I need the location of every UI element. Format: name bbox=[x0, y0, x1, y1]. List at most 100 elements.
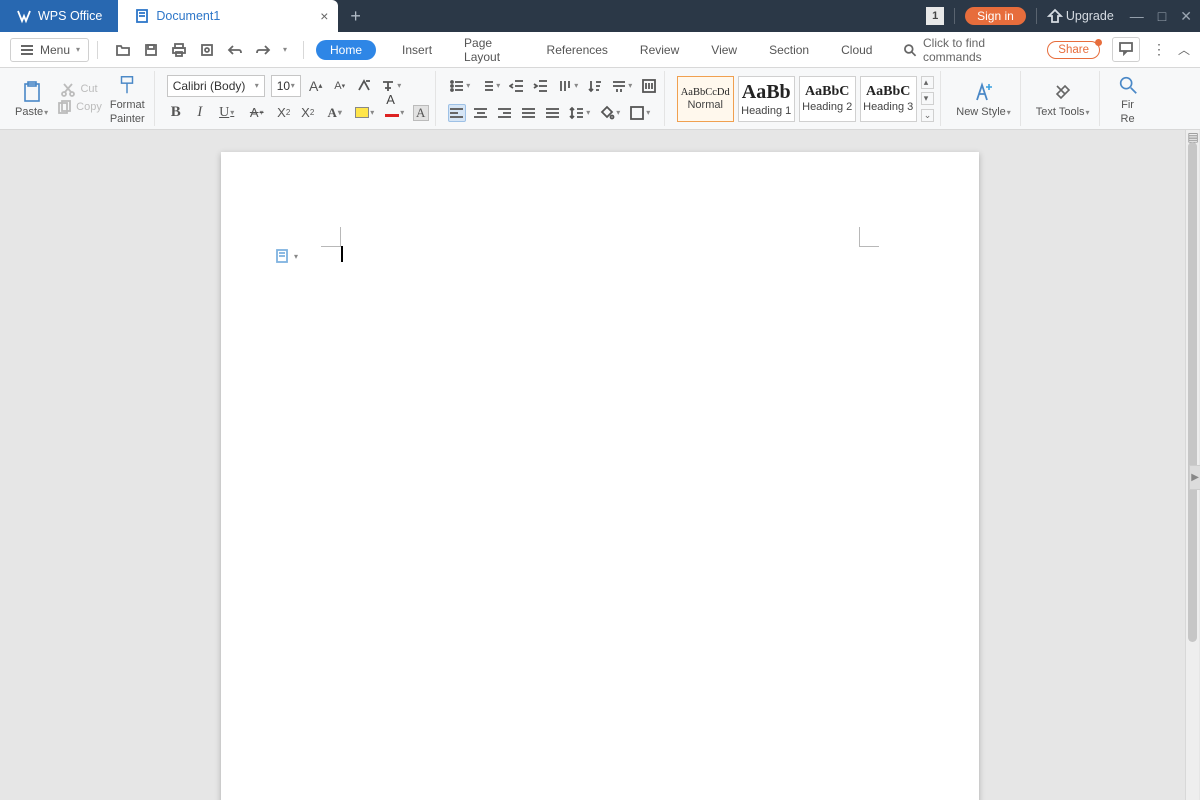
save-icon[interactable] bbox=[142, 41, 160, 59]
text-tools-label: Text Tools▾ bbox=[1036, 106, 1090, 118]
copy-button[interactable]: Copy bbox=[53, 100, 105, 116]
paragraph-options-icon[interactable]: ▾ bbox=[275, 248, 298, 264]
style-heading-1[interactable]: AaBb Heading 1 bbox=[738, 76, 795, 122]
menu-button[interactable]: Menu ▾ bbox=[10, 38, 89, 62]
line-spacing-button[interactable]: ▾ bbox=[568, 104, 592, 122]
ribbon-tabs: Home Insert Page Layout References Revie… bbox=[312, 33, 878, 67]
numbering-button[interactable]: ▾ bbox=[478, 77, 502, 95]
tab-section[interactable]: Section bbox=[763, 40, 815, 60]
new-tab-button[interactable]: + bbox=[338, 0, 373, 32]
separator bbox=[303, 41, 304, 59]
notification-badge[interactable]: 1 bbox=[926, 7, 944, 25]
align-justify-button[interactable] bbox=[520, 104, 538, 122]
tabs-button[interactable]: ▾ bbox=[610, 77, 634, 95]
paste-button[interactable]: Paste▾ bbox=[12, 79, 51, 118]
document-tab[interactable]: Document1 × bbox=[118, 0, 338, 32]
new-style-label: New Style▾ bbox=[956, 106, 1011, 118]
shading-button[interactable]: ▾ bbox=[598, 104, 622, 122]
title-bar: WPS Office Document1 × + 1 Sign in Upgra… bbox=[0, 0, 1200, 32]
document-tab-label: Document1 bbox=[156, 9, 220, 23]
maximize-icon[interactable]: □ bbox=[1158, 8, 1166, 25]
tab-page-layout[interactable]: Page Layout bbox=[458, 33, 521, 67]
workspace[interactable]: ▾ ▤ ▶ bbox=[0, 130, 1200, 800]
style-heading-2[interactable]: AaBbC Heading 2 bbox=[799, 76, 856, 122]
text-effects-button[interactable]: A▾ bbox=[323, 104, 347, 122]
strikethrough-button[interactable]: A▾ bbox=[245, 104, 269, 122]
shrink-font-icon[interactable]: A▾ bbox=[331, 77, 349, 95]
tab-view[interactable]: View bbox=[705, 40, 743, 60]
sign-in-button[interactable]: Sign in bbox=[965, 7, 1026, 25]
font-color-button[interactable]: A▾ bbox=[383, 104, 407, 122]
minimize-icon[interactable]: — bbox=[1130, 8, 1144, 25]
scrollbar-thumb[interactable] bbox=[1188, 142, 1197, 642]
collapse-ribbon-icon[interactable]: ︿ bbox=[1178, 41, 1190, 58]
subscript-button[interactable]: X2 bbox=[299, 104, 317, 122]
style-normal[interactable]: AaBbCcDd Normal bbox=[677, 76, 734, 122]
tab-references[interactable]: References bbox=[541, 40, 614, 60]
text-tools-group: Text Tools▾ bbox=[1027, 71, 1100, 126]
align-center-button[interactable] bbox=[472, 104, 490, 122]
align-right-button[interactable] bbox=[496, 104, 514, 122]
undo-icon[interactable] bbox=[226, 41, 244, 59]
window-controls: — □ ✕ bbox=[1124, 8, 1192, 25]
kebab-icon[interactable]: ⋮ bbox=[1152, 41, 1166, 58]
clear-formatting-icon[interactable] bbox=[355, 77, 373, 95]
text-cursor bbox=[341, 246, 343, 262]
find-commands-label: Click to find commands bbox=[923, 36, 1043, 64]
cut-button[interactable]: Cut bbox=[53, 82, 105, 98]
open-icon[interactable] bbox=[114, 41, 132, 59]
print-preview-icon[interactable] bbox=[198, 41, 216, 59]
tab-home[interactable]: Home bbox=[316, 40, 376, 60]
close-icon[interactable]: ✕ bbox=[1180, 8, 1192, 25]
char-shading-button[interactable]: A bbox=[413, 105, 429, 121]
side-panel-expand[interactable]: ▶ bbox=[1189, 465, 1200, 490]
style-scroll-up[interactable]: ▴ bbox=[921, 76, 935, 89]
app-name: WPS Office bbox=[38, 9, 102, 23]
distributed-button[interactable] bbox=[544, 104, 562, 122]
comments-icon[interactable] bbox=[1112, 37, 1140, 62]
divider bbox=[1036, 8, 1037, 24]
print-icon[interactable] bbox=[170, 41, 188, 59]
text-direction-button[interactable]: ▾ bbox=[556, 77, 580, 95]
app-tab[interactable]: WPS Office bbox=[0, 0, 118, 32]
quick-access-toolbar: ▾ bbox=[106, 41, 295, 59]
font-name-select[interactable]: Calibri (Body)▾ bbox=[167, 75, 265, 97]
italic-button[interactable]: I bbox=[191, 104, 209, 122]
new-style-button[interactable]: New Style▾ bbox=[953, 79, 1014, 118]
upgrade-button[interactable]: Upgrade bbox=[1047, 8, 1114, 24]
superscript-button[interactable]: X2 bbox=[275, 104, 293, 122]
text-tools-icon bbox=[1050, 79, 1076, 105]
underline-button[interactable]: U▾ bbox=[215, 104, 239, 122]
share-button[interactable]: Share bbox=[1047, 41, 1100, 59]
grow-font-icon[interactable]: A▴ bbox=[307, 77, 325, 95]
increase-indent-button[interactable] bbox=[532, 77, 550, 95]
show-marks-button[interactable] bbox=[640, 77, 658, 95]
ribbon: Paste▾ Cut Copy Format Painter Calibri (… bbox=[0, 68, 1200, 130]
sort-button[interactable] bbox=[586, 77, 604, 95]
find-replace-label-1: Fir bbox=[1121, 99, 1134, 111]
style-expand[interactable]: ⌄ bbox=[921, 109, 935, 122]
qat-more-icon[interactable]: ▾ bbox=[283, 45, 287, 54]
tab-cloud[interactable]: Cloud bbox=[835, 40, 878, 60]
decrease-indent-button[interactable] bbox=[508, 77, 526, 95]
tab-review[interactable]: Review bbox=[634, 40, 685, 60]
bold-button[interactable]: B bbox=[167, 104, 185, 122]
highlight-button[interactable]: ▾ bbox=[353, 104, 377, 122]
font-size-select[interactable]: 10▾ bbox=[271, 75, 301, 97]
document-page[interactable]: ▾ bbox=[221, 152, 979, 800]
scrollbar-options-icon[interactable]: ▤ bbox=[1186, 130, 1200, 142]
style-gallery: AaBbCcDd Normal AaBb Heading 1 AaBbC Hea… bbox=[677, 76, 935, 122]
text-tools-button[interactable]: Text Tools▾ bbox=[1033, 79, 1093, 118]
redo-icon[interactable] bbox=[254, 41, 272, 59]
tab-insert[interactable]: Insert bbox=[396, 40, 438, 60]
style-heading-3[interactable]: AaBbC Heading 3 bbox=[860, 76, 917, 122]
format-painter-button[interactable]: Format Painter bbox=[107, 72, 148, 124]
find-replace-button[interactable]: Fir Re bbox=[1112, 72, 1144, 124]
align-left-button[interactable] bbox=[448, 104, 466, 122]
find-commands[interactable]: Click to find commands bbox=[902, 36, 1043, 64]
borders-button[interactable]: ▾ bbox=[628, 104, 652, 122]
bullets-button[interactable]: ▾ bbox=[448, 77, 472, 95]
style-scroll-down[interactable]: ▾ bbox=[921, 92, 935, 105]
paragraph-group: ▾ ▾ ▾ ▾ ▾ ▾ ▾ bbox=[442, 71, 665, 126]
close-tab-icon[interactable]: × bbox=[320, 8, 328, 24]
